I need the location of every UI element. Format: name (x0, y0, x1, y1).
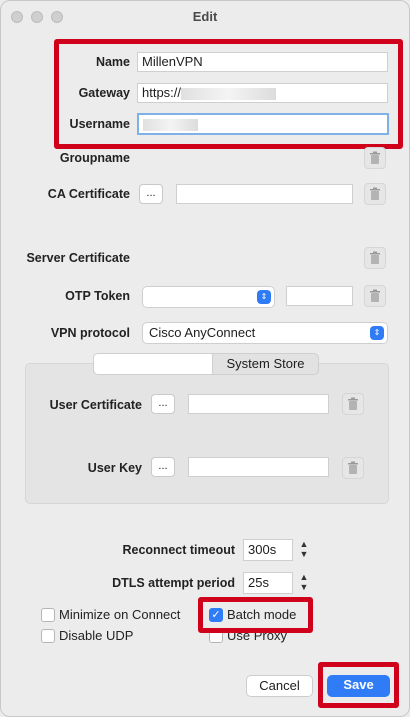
dtls-attempt-label: DTLS attempt period (112, 576, 235, 590)
edit-dialog: Edit Name MillenVPN Gateway https:// Use… (0, 0, 410, 717)
ca-certificate-label: CA Certificate (47, 187, 130, 201)
clear-otp-token-button[interactable] (364, 285, 386, 307)
clear-ca-certificate-button[interactable] (364, 183, 386, 205)
trash-icon (348, 397, 358, 410)
dtls-attempt-field[interactable]: 25s (243, 572, 293, 594)
otp-token-select[interactable]: ⇕ (142, 286, 275, 308)
window-title: Edit (192, 9, 218, 24)
user-key-label: User Key (87, 461, 142, 475)
trash-icon (370, 187, 380, 200)
trash-icon (370, 151, 380, 164)
clear-groupname-button[interactable] (364, 147, 386, 169)
groupname-label: Groupname (59, 151, 130, 165)
chevron-updown-icon: ⇕ (257, 290, 271, 304)
user-key-field[interactable] (188, 457, 329, 477)
reconnect-timeout-label: Reconnect timeout (122, 543, 235, 557)
ca-certificate-browse-button[interactable]: ... (139, 184, 163, 204)
disable-udp-label: Disable UDP (59, 628, 134, 643)
highlight-credentials (54, 39, 403, 149)
certificate-group (25, 363, 389, 504)
clear-user-key-button[interactable] (342, 457, 364, 479)
tab-system-store[interactable]: System Store (213, 353, 319, 375)
reconnect-timeout-stepper[interactable]: ▲ ▼ (298, 539, 310, 561)
dtls-attempt-stepper[interactable]: ▲ ▼ (298, 572, 310, 594)
server-certificate-label: Server Certificate (26, 251, 130, 265)
tab-file-certificate[interactable] (93, 353, 213, 375)
user-certificate-label: User Certificate (49, 398, 142, 412)
cancel-button[interactable]: Cancel (246, 675, 313, 697)
reconnect-timeout-field[interactable]: 300s (243, 539, 293, 561)
trash-icon (370, 289, 380, 302)
otp-token-label: OTP Token (65, 289, 130, 303)
vpn-protocol-value: Cisco AnyConnect (149, 325, 256, 340)
highlight-save (318, 662, 399, 708)
vpn-protocol-select[interactable]: Cisco AnyConnect ⇕ (142, 322, 388, 344)
user-key-browse-button[interactable]: ... (151, 457, 175, 477)
clear-user-certificate-button[interactable] (342, 393, 364, 415)
highlight-batch-mode (198, 597, 313, 633)
user-certificate-field[interactable] (188, 394, 329, 414)
disable-udp-checkbox[interactable] (41, 629, 55, 643)
minimize-on-connect-label: Minimize on Connect (59, 607, 181, 622)
otp-token-field[interactable] (286, 286, 353, 306)
clear-server-certificate-button[interactable] (364, 247, 386, 269)
chevron-updown-icon: ⇕ (370, 326, 384, 340)
user-certificate-browse-button[interactable]: ... (151, 394, 175, 414)
ca-certificate-field[interactable] (176, 184, 353, 204)
vpn-protocol-label: VPN protocol (50, 326, 130, 340)
title-bar: Edit (1, 1, 409, 33)
trash-icon (370, 251, 380, 264)
minimize-on-connect-checkbox[interactable] (41, 608, 55, 622)
trash-icon (348, 461, 358, 474)
